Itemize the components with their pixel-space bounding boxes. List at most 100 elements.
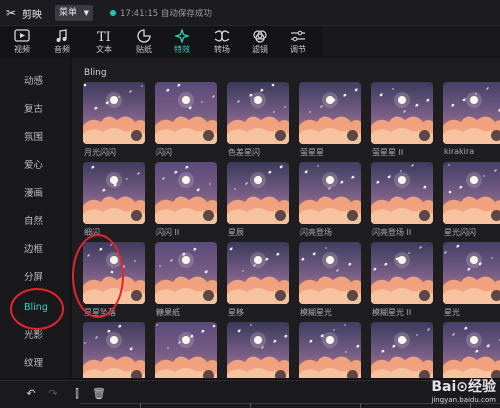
download-icon[interactable] [275, 130, 286, 141]
tab-filter[interactable]: 滤镜 [242, 26, 278, 56]
split-icon[interactable]: ⫿ [70, 387, 84, 401]
effect-thumbnail[interactable] [443, 242, 500, 304]
download-icon[interactable] [347, 210, 358, 221]
effect-label: kirakira [444, 147, 475, 156]
effect-thumbnail[interactable] [83, 242, 145, 304]
category-dynamic[interactable]: 动感 [0, 72, 70, 92]
download-icon[interactable] [203, 210, 214, 221]
menu-button[interactable]: 菜单 ▼ [55, 5, 93, 21]
download-icon[interactable] [131, 210, 142, 221]
adjust-icon [291, 30, 305, 42]
download-icon[interactable] [131, 370, 142, 378]
download-icon[interactable] [203, 290, 214, 301]
effect-thumbnail[interactable] [227, 242, 289, 304]
effect-label: 星光 [444, 308, 460, 317]
effect-thumbnail[interactable] [227, 82, 289, 144]
tab-video[interactable]: 视频 [4, 26, 40, 56]
effect-thumbnail[interactable] [443, 162, 500, 224]
effect-thumbnail[interactable] [227, 322, 289, 378]
delete-icon[interactable]: 🗑 [92, 387, 106, 401]
ruler-tick [140, 403, 141, 408]
category-love[interactable]: 爱心 [0, 156, 70, 176]
music-note-icon [56, 29, 67, 42]
effect-label: 闪闪 [156, 148, 172, 157]
category-bling[interactable]: Bling [0, 298, 70, 318]
category-retro[interactable]: 复古 [0, 100, 70, 120]
text-icon: TI [97, 30, 111, 43]
download-icon[interactable] [419, 370, 430, 378]
play-icon [14, 29, 30, 42]
tab-adjust-label: 调节 [290, 45, 306, 54]
sticker-icon [137, 29, 151, 43]
timeline-toolbar: ↶ ↷ ⫿ 🗑 [0, 380, 500, 408]
download-icon[interactable] [419, 130, 430, 141]
download-icon[interactable] [203, 370, 214, 378]
effect-thumbnail[interactable] [155, 162, 217, 224]
download-icon[interactable] [131, 130, 142, 141]
effect-thumbnail[interactable] [227, 162, 289, 224]
download-icon[interactable] [491, 210, 500, 221]
effect-label: 模糊星光 II [372, 308, 412, 317]
category-texture[interactable]: 纹理 [0, 354, 70, 374]
effect-label: 星星坠落 [84, 308, 116, 317]
effect-thumbnail[interactable] [371, 162, 433, 224]
effect-label: 色差星闪 [228, 148, 260, 157]
tab-adjust[interactable]: 调节 [280, 26, 316, 56]
media-toolbar: 视频 音频 TI 文本 贴纸 特效 转场 滤镜 调节 [0, 26, 320, 56]
effect-thumbnail[interactable] [299, 82, 361, 144]
tab-audio[interactable]: 音频 [44, 26, 80, 56]
category-ambience[interactable]: 氛围 [0, 128, 70, 148]
redo-icon[interactable]: ↷ [46, 387, 60, 401]
effect-thumbnail[interactable] [83, 162, 145, 224]
download-icon[interactable] [419, 290, 430, 301]
effect-thumbnail[interactable] [371, 82, 433, 144]
effect-thumbnail[interactable] [155, 242, 217, 304]
category-light-shadow[interactable]: 光影 [0, 326, 70, 346]
undo-icon[interactable]: ↶ [24, 387, 38, 401]
download-icon[interactable] [275, 370, 286, 378]
app-logo-icon: ✂ [6, 6, 17, 20]
download-icon[interactable] [275, 210, 286, 221]
tab-effects-label: 特效 [174, 45, 190, 54]
category-split-screen[interactable]: 分屏 [0, 268, 70, 288]
effect-label: 闪闪 II [156, 228, 180, 237]
effect-label: 萤星星 II [372, 148, 404, 157]
download-icon[interactable] [275, 290, 286, 301]
download-icon[interactable] [419, 210, 430, 221]
download-icon[interactable] [347, 130, 358, 141]
download-icon[interactable] [491, 130, 500, 141]
category-comic[interactable]: 漫画 [0, 184, 70, 204]
effect-thumbnail[interactable] [299, 242, 361, 304]
effect-label: 糖果纸 [156, 308, 180, 317]
tab-sticker[interactable]: 贴纸 [126, 26, 162, 56]
effects-panel: Bling 月光闪闪 闪闪 色差星闪 萤星星 萤星星 II kirakira 细… [72, 58, 500, 378]
category-nature[interactable]: 自然 [0, 212, 70, 232]
autosave-dot-icon [110, 10, 116, 16]
autosave-status: 17:41:15 自动保存成功 [120, 9, 212, 19]
effect-thumbnail[interactable] [371, 242, 433, 304]
tab-filter-label: 滤镜 [252, 45, 268, 54]
tab-text[interactable]: TI 文本 [86, 26, 122, 56]
title-bar: ✂ 剪映 菜单 ▼ 17:41:15 自动保存成功 [0, 0, 500, 26]
effect-label: 细闪 [84, 228, 100, 237]
tab-transition[interactable]: 转场 [204, 26, 240, 56]
download-icon[interactable] [203, 130, 214, 141]
download-icon[interactable] [491, 290, 500, 301]
effect-thumbnail[interactable] [443, 322, 500, 378]
download-icon[interactable] [347, 290, 358, 301]
category-border[interactable]: 边框 [0, 240, 70, 260]
effect-thumbnail[interactable] [443, 82, 500, 144]
effect-thumbnail[interactable] [155, 322, 217, 378]
tab-effects[interactable]: 特效 [164, 26, 200, 56]
effect-thumbnail[interactable] [155, 82, 217, 144]
download-icon[interactable] [347, 370, 358, 378]
effect-thumbnail[interactable] [371, 322, 433, 378]
download-icon[interactable] [131, 290, 142, 301]
effect-thumbnail[interactable] [83, 82, 145, 144]
effect-thumbnail[interactable] [299, 162, 361, 224]
effect-label: 萤星星 [300, 148, 324, 157]
effect-label: 模糊星光 [300, 308, 332, 317]
effect-thumbnail[interactable] [83, 322, 145, 378]
effect-thumbnail[interactable] [299, 322, 361, 378]
tab-transition-label: 转场 [214, 45, 230, 54]
